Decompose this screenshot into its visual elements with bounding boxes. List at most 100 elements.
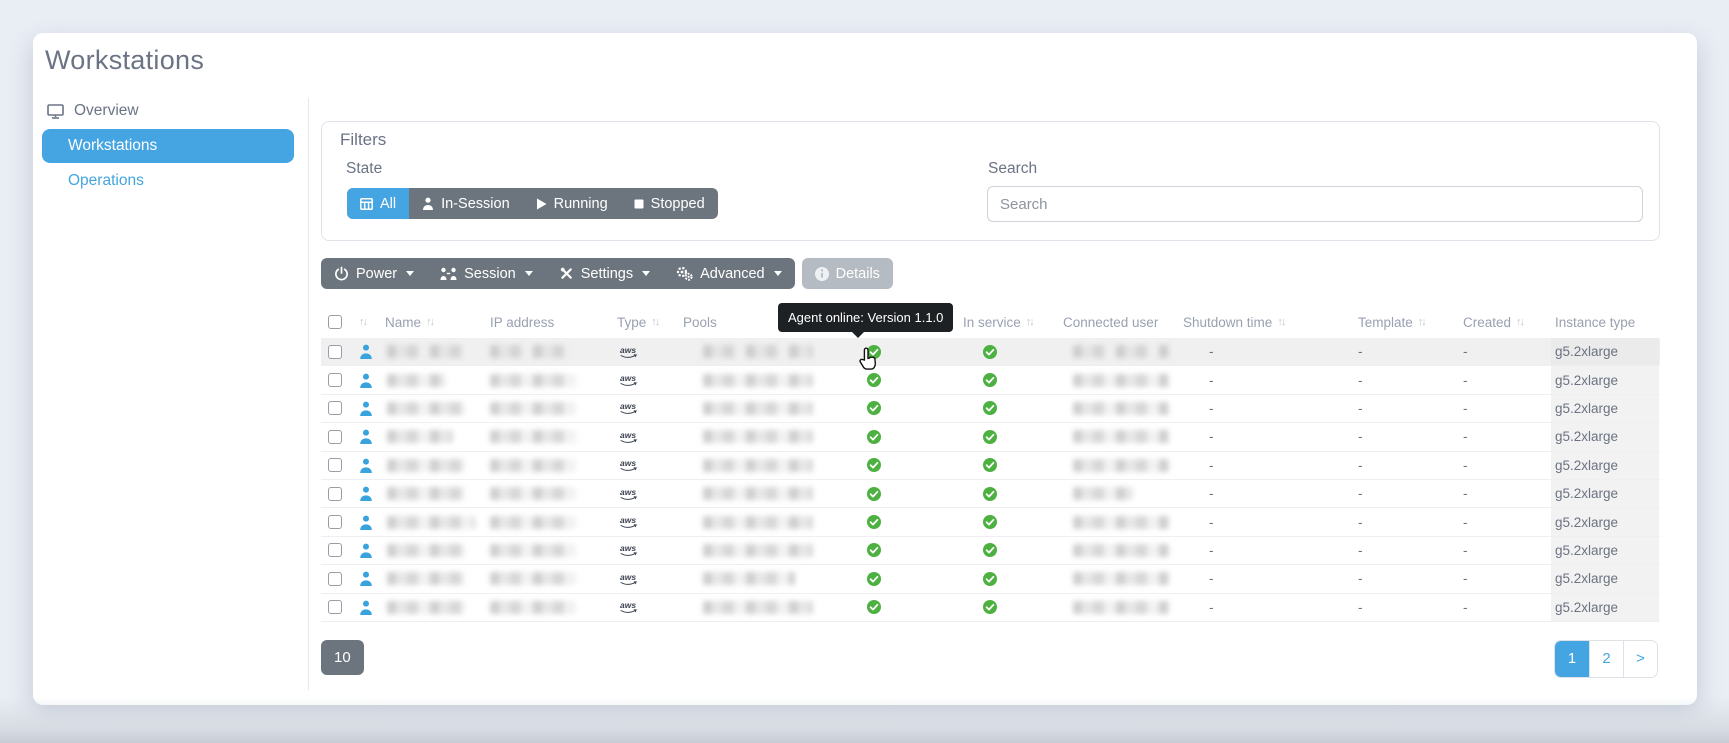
next-page-button[interactable]: > — [1623, 641, 1657, 677]
row-checkbox[interactable] — [328, 543, 342, 557]
template-value: - — [1354, 429, 1459, 444]
redacted-name — [387, 374, 445, 387]
column-header-in-service[interactable]: In service↑↓ — [959, 315, 1059, 330]
agent-online-icon[interactable] — [859, 401, 959, 415]
row-checkbox[interactable] — [328, 487, 342, 501]
table-row[interactable]: aws - - - g5.2xlarge — [321, 338, 1660, 366]
workstations-panel: Workstations Overview Workstations Opera… — [33, 33, 1697, 705]
power-dropdown-button[interactable]: Power — [321, 258, 427, 289]
column-header-type[interactable]: Type↑↓ — [613, 315, 679, 330]
redacted-pools — [703, 487, 813, 500]
select-all-checkbox[interactable] — [328, 315, 342, 329]
search-input[interactable] — [987, 186, 1643, 222]
shutdown-time-value: - — [1179, 486, 1354, 501]
aws-icon: aws — [613, 457, 679, 473]
redacted-name — [387, 487, 465, 500]
table-row[interactable]: aws - - - g5.2xlarge — [321, 366, 1660, 394]
created-value: - — [1459, 429, 1551, 444]
in-service-icon — [959, 487, 1059, 501]
agent-online-icon[interactable] — [859, 572, 959, 586]
aws-icon: aws — [613, 571, 679, 587]
agent-online-icon[interactable] — [859, 458, 959, 472]
table-row[interactable]: aws - - - g5.2xlarge — [321, 423, 1660, 451]
column-header-connected-user[interactable]: Connected user — [1059, 315, 1179, 330]
redacted-connected-user — [1073, 516, 1169, 529]
row-checkbox[interactable] — [328, 515, 342, 529]
redacted-ip-address — [490, 516, 576, 529]
redacted-ip-address — [490, 345, 576, 358]
sidebar-item-workstations[interactable]: Workstations — [42, 129, 294, 163]
page-button-2[interactable]: 2 — [1589, 641, 1623, 677]
redacted-name — [387, 572, 465, 585]
state-filter-all[interactable]: All — [347, 188, 409, 219]
agent-online-icon[interactable] — [859, 600, 959, 614]
agent-online-icon[interactable] — [859, 487, 959, 501]
column-header-created[interactable]: Created↑↓ — [1459, 315, 1551, 330]
row-checkbox[interactable] — [328, 401, 342, 415]
table-row[interactable]: aws - - - g5.2xlarge — [321, 537, 1660, 565]
redacted-ip-address — [490, 487, 576, 500]
created-value: - — [1459, 571, 1551, 586]
agent-online-icon[interactable] — [859, 543, 959, 557]
aws-icon: aws — [613, 344, 679, 360]
in-service-icon — [959, 401, 1059, 415]
state-filter-running[interactable]: Running — [523, 188, 621, 219]
created-value: - — [1459, 458, 1551, 473]
redacted-pools — [703, 402, 813, 415]
column-header-status[interactable]: ↑↓ — [355, 316, 381, 328]
sort-icon: ↑↓ — [1277, 316, 1284, 328]
advanced-dropdown-button[interactable]: Advanced — [663, 258, 795, 289]
template-value: - — [1354, 458, 1459, 473]
redacted-connected-user — [1073, 487, 1133, 500]
aws-icon: aws — [613, 429, 679, 445]
row-checkbox[interactable] — [328, 572, 342, 586]
column-header-shutdown-time[interactable]: Shutdown time↑↓ — [1179, 315, 1354, 330]
table-icon — [360, 198, 373, 210]
sidebar-item-overview[interactable]: Overview — [42, 95, 294, 127]
column-header-instance-type[interactable]: Instance type — [1551, 315, 1659, 330]
column-header-template[interactable]: Template↑↓ — [1354, 315, 1459, 330]
agent-online-icon[interactable] — [859, 373, 959, 387]
caret-down-icon — [642, 271, 650, 276]
state-filter-in-session[interactable]: In-Session — [409, 188, 523, 219]
agent-online-icon[interactable] — [859, 430, 959, 444]
state-button-group: All In-Session Running — [347, 188, 718, 219]
state-filter-stopped[interactable]: Stopped — [621, 188, 718, 219]
page-size-button[interactable]: 10 — [321, 640, 364, 675]
row-checkbox[interactable] — [328, 430, 342, 444]
column-header-ip-address[interactable]: IP address — [486, 315, 613, 330]
table-row[interactable]: aws - - - g5.2xlarge — [321, 480, 1660, 508]
redacted-name — [387, 402, 465, 415]
details-button[interactable]: Details — [802, 258, 893, 289]
sidebar-item-label: Overview — [74, 102, 139, 120]
row-checkbox[interactable] — [328, 345, 342, 359]
svg-text:aws: aws — [620, 373, 636, 383]
aws-icon: aws — [613, 599, 679, 615]
row-checkbox[interactable] — [328, 373, 342, 387]
column-header-name[interactable]: Name↑↓ — [381, 315, 486, 330]
filters-panel: Filters State Search All In-Session — [321, 121, 1660, 241]
session-dropdown-button[interactable]: Session — [427, 258, 546, 289]
redacted-ip-address — [490, 374, 576, 387]
agent-online-icon[interactable] — [859, 515, 959, 529]
row-checkbox[interactable] — [328, 458, 342, 472]
state-label: State — [346, 160, 382, 178]
redacted-ip-address — [490, 572, 576, 585]
play-icon — [536, 198, 547, 210]
page-button-1[interactable]: 1 — [1555, 641, 1589, 677]
table-row[interactable]: aws - - - g5.2xlarge — [321, 395, 1660, 423]
in-service-icon — [959, 600, 1059, 614]
table-row[interactable]: aws - - - g5.2xlarge — [321, 594, 1660, 622]
table-row[interactable]: aws - - - g5.2xlarge — [321, 508, 1660, 536]
created-value: - — [1459, 600, 1551, 615]
table-row[interactable]: aws - - - g5.2xlarge — [321, 565, 1660, 593]
agent-online-icon[interactable] — [859, 345, 959, 359]
row-checkbox[interactable] — [328, 600, 342, 614]
redacted-connected-user — [1073, 345, 1169, 358]
settings-dropdown-button[interactable]: Settings — [546, 258, 663, 289]
sidebar-item-operations[interactable]: Operations — [42, 165, 294, 197]
created-value: - — [1459, 373, 1551, 388]
table-row[interactable]: aws - - - g5.2xlarge — [321, 452, 1660, 480]
caret-down-icon — [525, 271, 533, 276]
template-value: - — [1354, 571, 1459, 586]
